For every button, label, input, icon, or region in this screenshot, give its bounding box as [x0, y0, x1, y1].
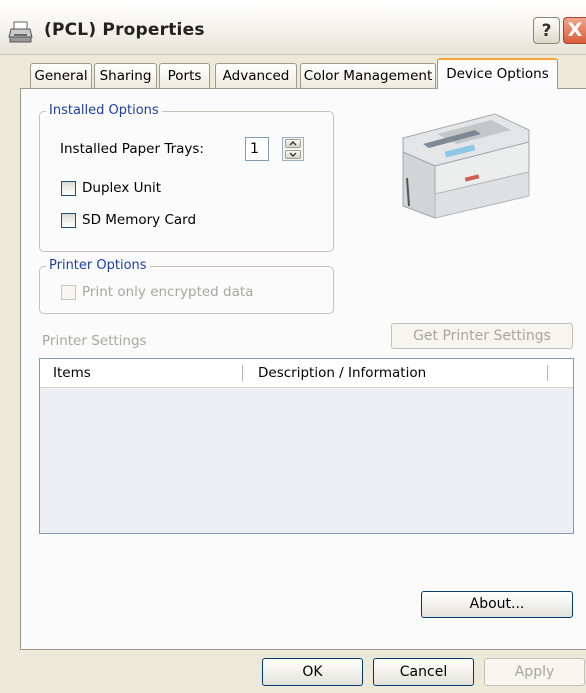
tab-advanced[interactable]: Advanced: [215, 63, 297, 88]
printer-image: [402, 113, 530, 219]
paper-trays-label: Installed Paper Trays:: [60, 141, 204, 157]
printer-settings-list[interactable]: Items Description / Information: [39, 358, 574, 534]
printer-settings-label: Printer Settings: [42, 333, 147, 349]
column-divider[interactable]: [242, 365, 243, 381]
encrypted-data-label: Print only encrypted data: [82, 284, 254, 300]
apply-button[interactable]: Apply: [484, 658, 585, 686]
tab-general[interactable]: General: [30, 63, 92, 88]
duplex-unit-checkbox[interactable]: [61, 181, 76, 196]
get-printer-settings-button[interactable]: Get Printer Settings: [391, 323, 573, 349]
column-header-items[interactable]: Items: [53, 365, 91, 381]
about-button[interactable]: About...: [421, 591, 573, 618]
cancel-button[interactable]: Cancel: [373, 658, 474, 686]
chevron-down-icon: [289, 152, 297, 157]
tab-color-management[interactable]: Color Management: [300, 63, 436, 88]
paper-trays-input[interactable]: 1: [245, 137, 269, 161]
column-header-description[interactable]: Description / Information: [258, 365, 426, 381]
window-title: (PCL) Properties: [44, 20, 205, 40]
help-button[interactable]: ?: [533, 17, 560, 44]
title-bar[interactable]: (PCL) Properties ? X: [0, 0, 586, 55]
tab-ports[interactable]: Ports: [159, 63, 210, 88]
list-header: Items Description / Information: [40, 359, 573, 388]
paper-trays-spinner[interactable]: [282, 137, 304, 161]
ok-button[interactable]: OK: [262, 658, 363, 686]
printer-icon: [8, 21, 33, 43]
tab-sharing[interactable]: Sharing: [94, 63, 157, 88]
printer-options-legend: Printer Options: [46, 258, 150, 274]
sd-memory-card-checkbox[interactable]: [61, 213, 76, 228]
encrypted-data-checkbox[interactable]: [61, 285, 76, 300]
close-button[interactable]: X: [563, 17, 586, 44]
spin-down-button[interactable]: [285, 150, 301, 159]
spin-up-button[interactable]: [285, 139, 301, 148]
tab-device-options[interactable]: Device Options: [437, 58, 558, 89]
duplex-unit-label: Duplex Unit: [82, 180, 162, 196]
sd-memory-card-label: SD Memory Card: [82, 212, 197, 228]
chevron-up-icon: [289, 141, 297, 146]
installed-options-legend: Installed Options: [46, 103, 162, 119]
column-divider[interactable]: [547, 365, 548, 381]
